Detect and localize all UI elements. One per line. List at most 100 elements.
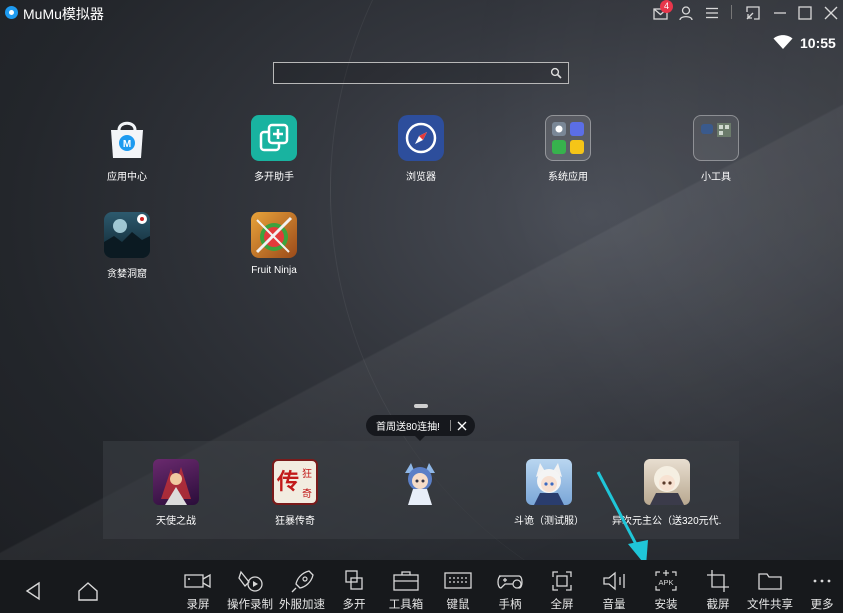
cat-girl-game-icon	[526, 459, 572, 505]
tool-label: 音量	[602, 599, 626, 611]
search-input[interactable]	[274, 63, 568, 83]
app-system-apps[interactable]: 系统应用	[523, 115, 613, 183]
dock-label: 天使之战	[156, 516, 196, 527]
multi-instance-icon	[251, 115, 297, 161]
promo-tooltip[interactable]: 首周送80连抽!	[366, 415, 475, 436]
maximize-icon[interactable]	[796, 4, 814, 22]
app-browser[interactable]: 浏览器	[376, 115, 466, 183]
tool-multi-open[interactable]: 多开	[324, 568, 384, 612]
anime-girl-game-icon	[397, 459, 443, 505]
dock-label: 异次元主公（送320元代...	[612, 516, 722, 527]
tools-folder-icon	[693, 115, 739, 161]
tool-label: 手柄	[498, 599, 522, 611]
tool-label: 工具箱	[388, 599, 424, 611]
tool-operation-record[interactable]: 操作录制	[220, 568, 280, 612]
svg-text:传: 传	[276, 469, 299, 495]
dock-label: 狂暴传奇	[275, 516, 315, 527]
tool-label: 外服加速	[279, 599, 325, 611]
tool-file-share[interactable]: 文件共享	[740, 568, 800, 612]
app-multi-instance[interactable]: 多开助手	[229, 115, 319, 183]
app-app-center[interactable]: M 应用中心	[82, 115, 172, 183]
tool-label: 更多	[810, 599, 834, 611]
tool-label: 多开	[342, 599, 366, 611]
operation-record-icon	[238, 570, 263, 592]
volume-icon	[603, 571, 625, 591]
close-icon[interactable]	[822, 4, 840, 22]
tool-label: 截屏	[706, 599, 730, 611]
tool-label: 键鼠	[446, 599, 470, 611]
app-center-icon: M	[104, 115, 150, 161]
game-dock: 天使之战 传 狂 奇 狂暴传奇 斗诡（测试服） 异次元主公（送320元代...	[103, 441, 739, 539]
title-bar: MuMu模拟器 4	[0, 0, 843, 26]
mini-mode-icon[interactable]	[744, 4, 762, 22]
search-icon[interactable]	[550, 67, 562, 79]
dimension-lord-game-icon	[644, 459, 690, 505]
tool-fullscreen[interactable]: 全屏	[532, 568, 592, 612]
dock-item-angel-war[interactable]: 天使之战	[121, 459, 231, 527]
app-label: 小工具	[701, 172, 731, 183]
app-tools[interactable]: 小工具	[671, 115, 761, 183]
multi-open-icon	[345, 570, 363, 590]
app-label: 贪婪洞窟	[107, 269, 147, 280]
minimize-icon[interactable]	[771, 4, 789, 22]
angel-war-game-icon	[153, 459, 199, 505]
app-label: 应用中心	[107, 172, 147, 183]
clock: 10:55	[800, 35, 836, 51]
tool-gamepad[interactable]: 手柄	[480, 568, 540, 612]
dock-drag-handle[interactable]	[414, 404, 428, 408]
app-label: 系统应用	[548, 172, 588, 183]
back-icon[interactable]	[21, 580, 45, 602]
dock-item-anime-girl[interactable]	[365, 459, 475, 512]
toolbox-icon	[393, 571, 419, 591]
menu-icon[interactable]	[703, 4, 721, 22]
notification-badge: 4	[660, 0, 673, 13]
browser-compass-icon	[398, 115, 444, 161]
titlebar-separator	[731, 5, 732, 19]
tool-label: 文件共享	[747, 599, 793, 611]
app-title: MuMu模拟器	[23, 6, 104, 22]
more-dots-icon	[813, 579, 831, 583]
user-icon[interactable]	[677, 4, 695, 22]
dock-item-cat-girl[interactable]: 斗诡（测试服）	[494, 459, 604, 527]
svg-text:奇: 奇	[302, 487, 312, 500]
dock-item-dimension-lord[interactable]: 异次元主公（送320元代...	[612, 459, 722, 527]
record-screen-icon	[184, 573, 211, 589]
promo-close-icon[interactable]	[457, 421, 467, 431]
emulator-screen: MuMu模拟器 4 10:55 M 应用中心 多开助手 浏览器 系统应用 小工具…	[0, 0, 843, 613]
fullscreen-icon	[552, 571, 572, 591]
app-label: Fruit Ninja	[251, 265, 297, 276]
mumu-logo-icon	[5, 6, 18, 19]
promo-text: 首周送80连抽!	[376, 422, 440, 433]
folder-share-icon	[758, 573, 782, 590]
promo-separator	[449, 420, 451, 431]
fruit-ninja-icon	[251, 212, 297, 258]
tool-volume[interactable]: 音量	[584, 568, 644, 612]
home-icon[interactable]	[76, 580, 100, 602]
app-label: 浏览器	[406, 172, 436, 183]
tool-keyboard-mouse[interactable]: 键鼠	[428, 568, 488, 612]
apk-text: APK	[658, 578, 673, 587]
app-game-cave[interactable]: 贪婪洞窟	[82, 212, 172, 280]
tool-record-screen[interactable]: 录屏	[168, 568, 228, 612]
tool-label: 操作录制	[227, 599, 273, 611]
tool-accelerate[interactable]: 外服加速	[272, 568, 332, 612]
install-apk-icon: APK	[655, 570, 677, 591]
app-label: 多开助手	[254, 172, 294, 183]
tool-screenshot[interactable]: 截屏	[688, 568, 748, 612]
tool-toolbox[interactable]: 工具箱	[376, 568, 436, 612]
app-fruit-ninja[interactable]: Fruit Ninja	[229, 212, 319, 276]
bottom-toolbar: 录屏 操作录制 外服加速 多开 工具箱 键鼠 手柄 全屏 音量 APK 安装 截…	[0, 560, 843, 613]
tool-label: 安装	[654, 599, 678, 611]
search-box[interactable]	[273, 62, 569, 84]
legend-game-icon: 传 狂 奇	[272, 459, 318, 505]
keyboard-icon	[444, 572, 472, 589]
svg-text:M: M	[123, 139, 131, 150]
tool-label: 全屏	[550, 599, 574, 611]
rocket-accelerate-icon	[291, 570, 314, 593]
crop-screenshot-icon	[707, 570, 729, 592]
dock-item-legend[interactable]: 传 狂 奇 狂暴传奇	[240, 459, 350, 527]
tool-more[interactable]: 更多	[792, 568, 843, 612]
wifi-icon	[773, 35, 793, 49]
tool-label: 录屏	[186, 599, 210, 611]
tool-install-apk[interactable]: APK 安装	[636, 568, 696, 612]
